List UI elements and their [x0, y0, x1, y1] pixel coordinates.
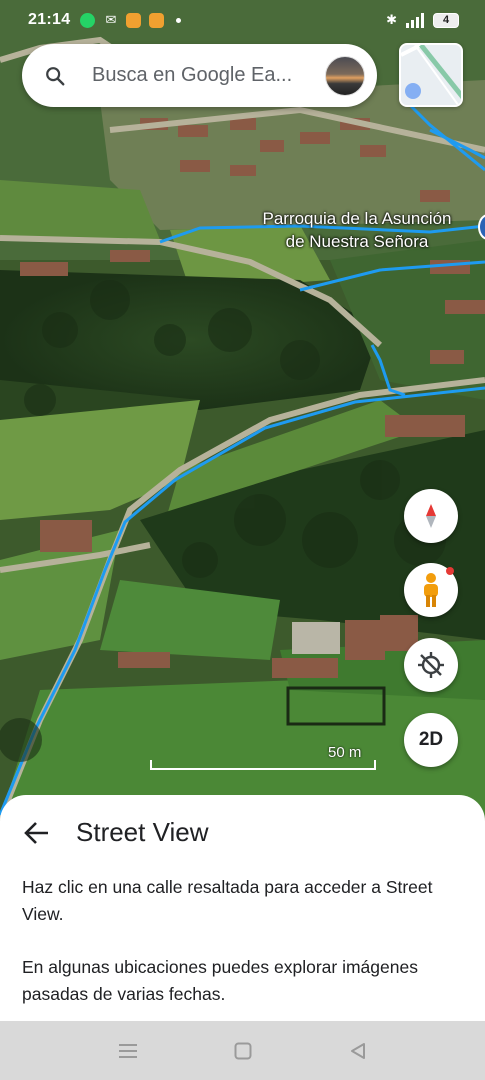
minimap-icon: [401, 45, 461, 105]
street-view-pegman-button[interactable]: [404, 563, 458, 617]
minimap[interactable]: [399, 43, 463, 107]
notification-dot: [446, 567, 454, 575]
pegman-icon: [424, 573, 438, 607]
status-bar: 21:14 ✉ ✱ 4: [0, 0, 485, 40]
location-off-icon: [418, 652, 444, 678]
street-view-sheet: Street View Haz clic en una calle resalt…: [0, 795, 485, 1021]
battery-level: 4: [442, 14, 450, 26]
avatar[interactable]: [325, 55, 365, 96]
search-input[interactable]: Busca en Google Ea...: [92, 64, 325, 87]
place-label-line1: Parroquia de la Asunción: [262, 209, 452, 228]
battery-icon: 4: [433, 12, 459, 28]
scale-bar: [150, 760, 376, 770]
sheet-header: Street View: [22, 795, 463, 869]
menu-icon: [118, 1043, 137, 1058]
search-bar[interactable]: Busca en Google Ea...: [22, 44, 377, 107]
view-toggle-label: 2D: [418, 729, 444, 750]
compass-icon: [426, 504, 436, 528]
notification-app-icon: [126, 12, 142, 28]
my-location-button[interactable]: [404, 638, 458, 692]
satellite-imagery: [0, 0, 485, 820]
more-notifications-icon: [176, 17, 182, 23]
nav-back-button[interactable]: [338, 1031, 378, 1071]
whatsapp-icon: [80, 12, 96, 28]
compass-button[interactable]: [404, 489, 458, 543]
bluetooth-icon: ✱: [386, 12, 397, 27]
view-toggle-2d-button[interactable]: 2D: [404, 713, 458, 767]
messenger-icon: ✉: [105, 12, 117, 27]
notification-app-icon-2: [149, 12, 165, 28]
nav-menu-button[interactable]: [108, 1031, 148, 1071]
scale-label: 50 m: [328, 744, 362, 761]
back-arrow-icon[interactable]: [22, 818, 52, 848]
satellite-map[interactable]: [0, 0, 485, 820]
signal-icon: [406, 13, 424, 28]
place-label[interactable]: Parroquia de la Asunción de Nuestra Seño…: [232, 207, 482, 253]
system-nav-bar: [0, 1021, 485, 1080]
search-icon: [46, 66, 65, 85]
place-label-line2: de Nuestra Señora: [285, 232, 429, 251]
nav-home-button[interactable]: [223, 1031, 263, 1071]
home-icon: [234, 1042, 251, 1059]
sheet-title: Street View: [76, 816, 209, 847]
status-time: 21:14: [28, 11, 71, 28]
back-icon: [350, 1042, 365, 1059]
sheet-description: Haz clic en una calle resaltada para acc…: [22, 877, 433, 924]
sheet-description-history: En algunas ubicaciones puedes explorar i…: [22, 957, 418, 1004]
